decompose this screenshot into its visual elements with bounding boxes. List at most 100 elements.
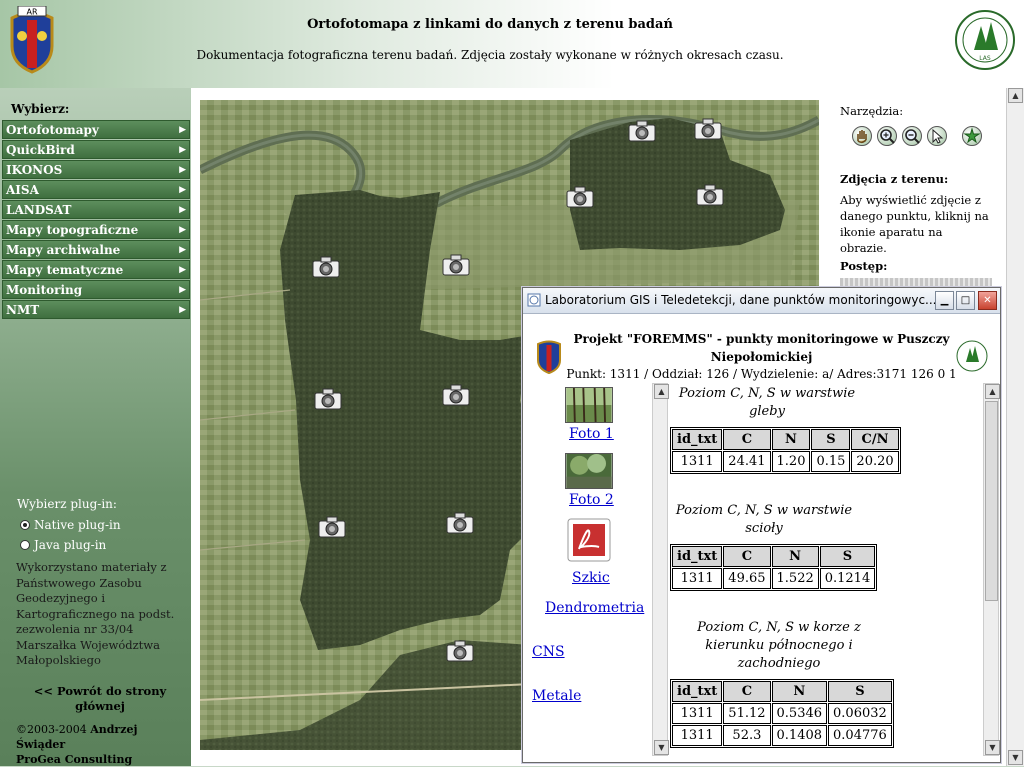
szkic-link[interactable]: Szkic <box>572 570 610 586</box>
page-subtitle: Dokumentacja fotograficzna terenu badań.… <box>196 48 784 62</box>
choose-label: Wybierz: <box>11 102 70 116</box>
scroll-down-button[interactable]: ▼ <box>654 740 669 755</box>
scroll-up-button[interactable]: ▲ <box>1008 88 1023 103</box>
credits-text: Wykorzystano materiały z Państwowego Zas… <box>16 560 175 667</box>
data-scrollbar[interactable]: ▲ ▼ <box>983 383 1000 756</box>
table-cell: 0.04776 <box>828 725 892 746</box>
column-header: id_txt <box>672 546 723 567</box>
plugin-native-option[interactable]: Native plug-in <box>20 518 121 532</box>
column-header: C <box>723 546 771 567</box>
maximize-button[interactable]: □ <box>956 291 975 310</box>
data-table: id_txt C N S 1311 51.12 0.5346 0.06032 1… <box>670 679 894 748</box>
menu-item-landsat[interactable]: LANDSAT ▶ <box>2 200 190 219</box>
scroll-down-button[interactable]: ▼ <box>985 740 1000 755</box>
maximize-icon: □ <box>960 295 971 306</box>
menu-item-ikonos[interactable]: IKONOS ▶ <box>2 160 190 179</box>
camera-icon[interactable] <box>628 120 656 142</box>
pointer-icon[interactable] <box>927 126 947 146</box>
back-to-home-link[interactable]: << Powrót do strony głównej <box>20 684 180 714</box>
table-row: 1311 52.3 0.1408 0.04776 <box>672 725 892 746</box>
data-table: id_txt C N S 1311 49.65 1.522 0.1214 <box>670 544 878 591</box>
scroll-up-button[interactable]: ▲ <box>985 384 1000 399</box>
arrow-right-icon: ▶ <box>179 144 186 155</box>
camera-icon[interactable] <box>318 516 346 538</box>
table-cell: 0.1408 <box>771 725 828 746</box>
table-cell: 1311 <box>672 703 723 724</box>
window-titlebar[interactable]: Laboratorium GIS i Teledetekcji, dane pu… <box>523 288 1000 314</box>
menu-item-mapy-tematyczne[interactable]: Mapy tematyczne ▶ <box>2 260 190 279</box>
close-button[interactable]: ✕ <box>978 291 997 310</box>
scroll-thumb[interactable] <box>985 401 998 601</box>
menu-item-aisa[interactable]: AISA ▶ <box>2 180 190 199</box>
camera-icon[interactable] <box>442 384 470 406</box>
copyright-prefix: ©2003-2004 <box>16 723 91 736</box>
foto-2-link[interactable]: Foto 2 <box>569 492 614 508</box>
table-cell: 0.5346 <box>771 703 828 724</box>
column-header: S <box>819 546 876 567</box>
photos-instructions: Aby wyświetlić zdjęcie z danego punktu, … <box>840 193 989 255</box>
links-scrollbar[interactable]: ▲ ▼ <box>652 383 669 756</box>
column-header: C/N <box>851 429 899 450</box>
forest-logo-small <box>956 340 988 372</box>
table-row: 1311 24.41 1.20 0.15 20.20 <box>672 451 899 472</box>
arrow-right-icon: ▶ <box>179 304 186 315</box>
zoom-in-icon[interactable] <box>877 126 897 146</box>
menu-item-mapy-archiwalne[interactable]: Mapy archiwalne ▶ <box>2 240 190 259</box>
camera-icon[interactable] <box>442 254 470 276</box>
arrow-right-icon: ▶ <box>179 284 186 295</box>
table-cell: 1311 <box>672 568 723 589</box>
camera-icon[interactable] <box>694 118 722 140</box>
menu-item-label: Ortofotomapy <box>6 122 99 137</box>
menu-item-mapy-topograficzne[interactable]: Mapy topograficzne ▶ <box>2 220 190 239</box>
radio-java[interactable] <box>20 540 30 550</box>
data-table: id_txt C N S C/N 1311 24.41 1.20 0.15 20… <box>670 427 901 474</box>
university-logo: AR <box>10 6 54 74</box>
column-header: id_txt <box>672 681 723 702</box>
copyright-company: ProGea Consulting <box>16 753 133 766</box>
radio-native[interactable] <box>20 520 30 530</box>
photo-2-thumbnail[interactable] <box>565 453 613 489</box>
header: AR Ortofotomapa z linkami do danych z te… <box>0 0 1024 88</box>
map-menu: Ortofotomapy ▶ QuickBird ▶ IKONOS ▶ AISA ▶ L… <box>2 120 190 320</box>
column-header: C <box>723 681 771 702</box>
full-extent-icon[interactable] <box>962 126 982 146</box>
logo-ar-text: AR <box>26 8 37 17</box>
table-cell: 49.65 <box>723 568 771 589</box>
table-cell: 20.20 <box>851 451 899 472</box>
dendrometria-link[interactable]: Dendrometria <box>545 600 644 616</box>
minimize-button[interactable]: ▁ <box>935 291 954 310</box>
zoom-out-icon[interactable] <box>902 126 922 146</box>
section-title: Poziom C, N, S w korze z kierunku północ… <box>697 620 861 671</box>
camera-icon[interactable] <box>446 640 474 662</box>
arrow-right-icon: ▶ <box>179 124 186 135</box>
logo-tree-text: LAS <box>979 55 991 62</box>
camera-icon[interactable] <box>696 184 724 206</box>
table-header-row: id_txt C N S <box>672 546 876 567</box>
menu-item-ortofotomapy[interactable]: Ortofotomapy ▶ <box>2 120 190 139</box>
camera-icon[interactable] <box>566 186 594 208</box>
camera-icon[interactable] <box>312 256 340 278</box>
column-header: N <box>771 546 819 567</box>
plugin-java-option[interactable]: Java plug-in <box>20 538 106 552</box>
page-scrollbar[interactable]: ▲ ▼ <box>1006 88 1024 766</box>
table-cell: 51.12 <box>723 703 771 724</box>
menu-item-monitoring[interactable]: Monitoring ▶ <box>2 280 190 299</box>
table-cell: 1.20 <box>771 451 811 472</box>
cns-link[interactable]: CNS <box>532 644 565 660</box>
scroll-down-button[interactable]: ▼ <box>1008 750 1023 765</box>
table-cell: 1311 <box>672 725 723 746</box>
photo-1-thumbnail[interactable] <box>565 387 613 423</box>
menu-item-nmt[interactable]: NMT ▶ <box>2 300 190 319</box>
menu-item-quickbird[interactable]: QuickBird ▶ <box>2 140 190 159</box>
foto-1-link[interactable]: Foto 1 <box>569 426 614 442</box>
pan-icon[interactable] <box>852 126 872 146</box>
pdf-icon[interactable] <box>565 517 613 563</box>
metale-link[interactable]: Metale <box>532 688 581 704</box>
table-cell: 0.15 <box>811 451 851 472</box>
table-cell: 1311 <box>672 451 723 472</box>
arrow-right-icon: ▶ <box>179 184 186 195</box>
camera-icon[interactable] <box>314 388 342 410</box>
arrow-right-icon: ▶ <box>179 224 186 235</box>
scroll-up-button[interactable]: ▲ <box>654 384 669 399</box>
camera-icon[interactable] <box>446 512 474 534</box>
